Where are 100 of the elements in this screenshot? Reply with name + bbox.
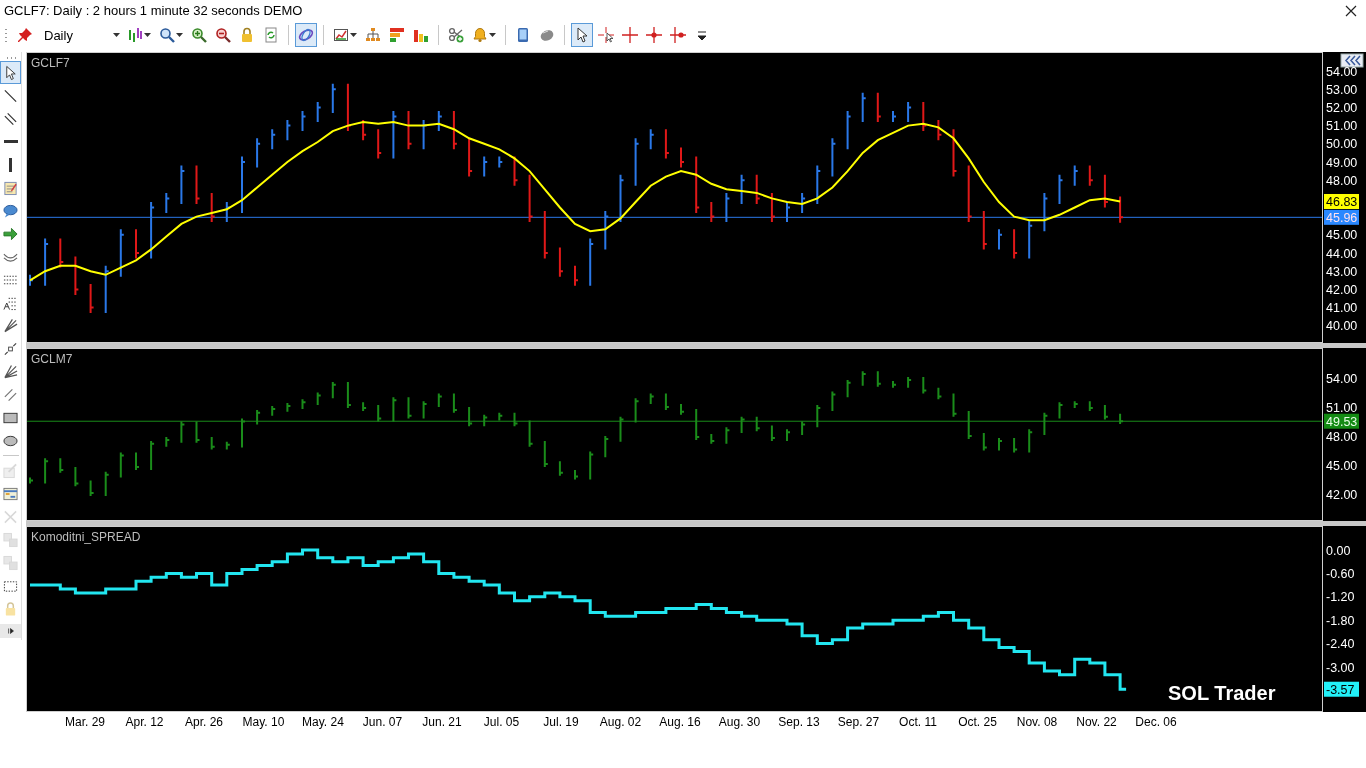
search-icon — [159, 27, 175, 43]
pushpin-icon — [17, 27, 33, 43]
date-label: Apr. 12 — [125, 715, 164, 729]
axis-label: 45.00 — [1326, 458, 1358, 473]
date-label: Aug. 30 — [718, 715, 761, 729]
vertical-line-icon — [9, 157, 12, 172]
axis-label: 51.00 — [1326, 119, 1358, 134]
caret-icon — [144, 33, 151, 37]
crosshair-dot-icon — [646, 27, 662, 43]
date-label: Apr. 26 — [185, 715, 223, 729]
axis-label: 51.00 — [1326, 400, 1358, 415]
axis-label: 54.00 — [1326, 371, 1358, 386]
lock-icon — [3, 600, 18, 617]
axis-label: -2.40 — [1326, 637, 1355, 652]
line-chart-icon — [333, 27, 349, 43]
axis-label: 49.00 — [1326, 155, 1358, 170]
crosshair-icon — [622, 27, 638, 43]
layers-icon — [3, 554, 18, 571]
pointer-button[interactable] — [571, 23, 593, 47]
axis-label: 40.00 — [1326, 319, 1358, 334]
date-label: May. 10 — [242, 715, 285, 729]
axis-label: 48.00 — [1326, 429, 1358, 444]
mouse-icon — [539, 27, 555, 43]
bar-chart-icon — [413, 27, 429, 43]
pointer-tool[interactable] — [0, 61, 21, 84]
axis-label: 44.00 — [1326, 246, 1358, 261]
axis-label: 43.00 — [1326, 264, 1358, 279]
expand-icon — [5, 626, 16, 636]
segment-icon — [3, 340, 18, 357]
swirl-button[interactable] — [295, 23, 317, 47]
expand-tool[interactable] — [0, 624, 21, 638]
axis-label: 45.00 — [1326, 228, 1358, 243]
value-tag: 46.83 — [1324, 194, 1359, 209]
date-label: Jul. 19 — [543, 715, 579, 729]
date-label: Nov. 22 — [1076, 715, 1117, 729]
axis-label: -1.20 — [1326, 590, 1355, 605]
channel-icon — [3, 386, 18, 403]
axis-label: 0.00 — [1326, 543, 1351, 558]
fan-lines-icon — [3, 363, 18, 380]
colored-bars-icon — [389, 27, 405, 43]
date-label: Dec. 06 — [1135, 715, 1177, 729]
date-label: Jun. 07 — [362, 715, 403, 729]
date-label: Oct. 25 — [958, 715, 997, 729]
horizontal-line-icon — [3, 140, 18, 143]
lock-icon — [239, 27, 255, 43]
axis-label: 54.00 — [1326, 64, 1358, 79]
value-tag: -3.57 — [1324, 681, 1359, 697]
bell-icon — [472, 27, 488, 43]
caret-icon — [176, 33, 183, 37]
date-label: May. 24 — [302, 715, 344, 729]
date-label: Mar. 29 — [65, 715, 105, 729]
pointer-icon — [574, 27, 590, 43]
value-tag: 49.53 — [1324, 413, 1359, 429]
date-label: Jun. 21 — [422, 715, 462, 729]
window-title: GCLF7: Daily : 2 hours 1 minute 32 seconds DEMO — [4, 3, 303, 18]
cross-icon — [3, 508, 18, 525]
caret-icon — [489, 33, 496, 37]
candlestick-icon — [127, 27, 143, 43]
caret-icon — [113, 33, 120, 37]
close-icon — [1345, 4, 1357, 17]
date-label: Oct. 11 — [899, 715, 937, 729]
pointer-icon — [3, 64, 18, 81]
fan-icon — [3, 317, 18, 334]
refresh-icon — [263, 27, 279, 43]
date-label: Nov. 08 — [1016, 715, 1058, 729]
axis-label: 53.00 — [1326, 82, 1358, 97]
arrow-icon — [3, 225, 18, 242]
zoom-in-icon — [191, 27, 207, 43]
date-label: Aug. 16 — [659, 715, 701, 729]
diagonal-line-icon — [3, 87, 18, 104]
scissors-icon — [448, 27, 464, 43]
speech-bubble-icon — [3, 202, 18, 219]
panel-title: Komoditni_SPREAD — [31, 530, 141, 544]
axis-label: -3.00 — [1326, 660, 1355, 675]
value-tag: 45.96 — [1324, 209, 1359, 225]
caret-icon — [350, 33, 357, 37]
axis-label: 41.00 — [1326, 301, 1358, 316]
edit-icon — [3, 462, 18, 479]
swirl-icon — [298, 27, 314, 43]
panel-title: GCLF7 — [31, 56, 70, 70]
axis-label: 52.00 — [1326, 100, 1358, 115]
date-label: Jul. 05 — [483, 715, 520, 729]
parallel-lines-icon — [3, 110, 18, 127]
axis-label: -0.60 — [1326, 566, 1355, 581]
date-label: Aug. 02 — [599, 715, 642, 729]
crosshair-marker-icon — [670, 27, 686, 43]
axis-label: 42.00 — [1326, 282, 1358, 297]
zoom-out-icon — [215, 27, 231, 43]
axis-label: 42.00 — [1326, 487, 1358, 502]
crosshair-pointer-icon — [598, 27, 614, 43]
app-logo: SOL Trader — [1168, 682, 1276, 704]
panel-title: GCLM7 — [31, 352, 73, 366]
axis-label: 50.00 — [1326, 137, 1358, 152]
notepad-icon — [3, 179, 18, 196]
table-icon — [3, 485, 18, 502]
axis-label: -1.80 — [1326, 613, 1355, 628]
collapse-button[interactable] — [1340, 53, 1364, 68]
layers-icon — [3, 531, 18, 548]
axis-label: 48.00 — [1326, 173, 1358, 188]
tablet-icon — [515, 27, 531, 43]
